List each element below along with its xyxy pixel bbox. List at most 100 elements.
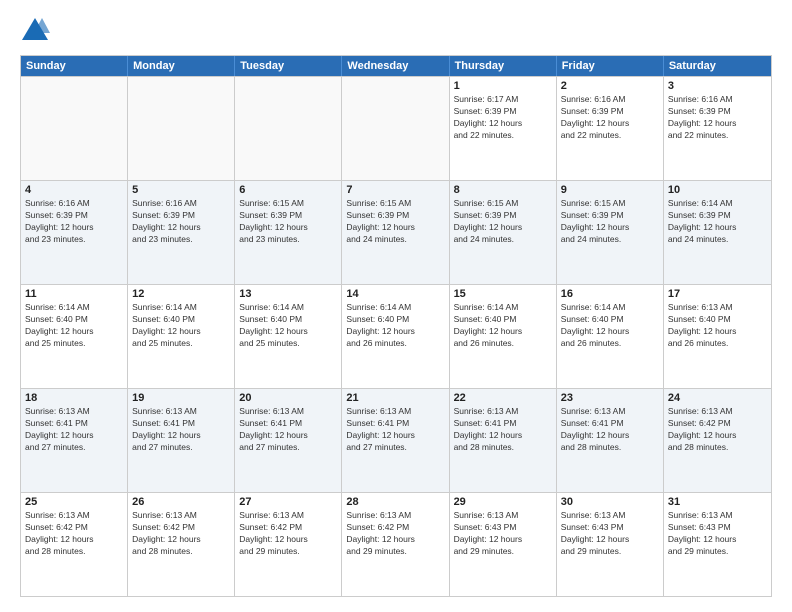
day-number: 28 [346, 496, 444, 508]
day-cell-30: 30 Sunrise: 6:13 AM Sunset: 6:43 PM Dayli… [557, 493, 664, 596]
cell-info: Sunrise: 6:16 AM Sunset: 6:39 PM Dayligh… [561, 94, 659, 142]
header-day-saturday: Saturday [664, 56, 771, 76]
logo [20, 15, 55, 45]
day-number: 16 [561, 288, 659, 300]
empty-cell [21, 77, 128, 180]
calendar-row-1: 1Sunrise: 6:17 AM Sunset: 6:39 PM Daylig… [21, 76, 771, 180]
day-number: 18 [25, 392, 123, 404]
page: SundayMondayTuesdayWednesdayThursdayFrid… [0, 0, 792, 612]
day-cell-8: 8 Sunrise: 6:15 AM Sunset: 6:39 PM Daylig… [450, 181, 557, 284]
day-cell-6: 6Sunrise: 6:15 AM Sunset: 6:39 PM Daylig… [235, 181, 342, 284]
day-cell-21: 21 Sunrise: 6:13 AM Sunset: 6:41 PM Dayli… [342, 389, 449, 492]
cell-info: Sunrise: 6:14 AM Sunset: 6:40 PM Dayligh… [132, 302, 230, 350]
day-number: 9 [561, 184, 659, 196]
calendar-row-3: 11 Sunrise: 6:14 AM Sunset: 6:40 PM Dayli… [21, 284, 771, 388]
cell-info: Sunrise: 6:13 AM Sunset: 6:42 PM Dayligh… [25, 510, 123, 558]
cell-info: Sunrise: 6:13 AM Sunset: 6:42 PM Dayligh… [668, 406, 767, 454]
day-cell-5: 5 Sunrise: 6:16 AM Sunset: 6:39 PM Daylig… [128, 181, 235, 284]
cell-info: Sunrise: 6:13 AM Sunset: 6:40 PM Dayligh… [668, 302, 767, 350]
day-cell-11: 11 Sunrise: 6:14 AM Sunset: 6:40 PM Dayli… [21, 285, 128, 388]
day-cell-23: 23 Sunrise: 6:13 AM Sunset: 6:41 PM Dayli… [557, 389, 664, 492]
cell-info: Sunrise: 6:13 AM Sunset: 6:42 PM Dayligh… [132, 510, 230, 558]
header-day-wednesday: Wednesday [342, 56, 449, 76]
day-cell-7: 7 Sunrise: 6:15 AM Sunset: 6:39 PM Daylig… [342, 181, 449, 284]
day-number: 10 [668, 184, 767, 196]
day-number: 2 [561, 80, 659, 92]
day-number: 17 [668, 288, 767, 300]
cell-info: Sunrise: 6:15 AM Sunset: 6:39 PM Dayligh… [346, 198, 444, 246]
cell-info: Sunrise: 6:14 AM Sunset: 6:40 PM Dayligh… [25, 302, 123, 350]
day-cell-22: 22 Sunrise: 6:13 AM Sunset: 6:41 PM Dayli… [450, 389, 557, 492]
cell-info: Sunrise: 6:15 AM Sunset: 6:39 PM Dayligh… [454, 198, 552, 246]
cell-info: Sunrise: 6:13 AM Sunset: 6:43 PM Dayligh… [454, 510, 552, 558]
cell-info: Sunrise: 6:13 AM Sunset: 6:42 PM Dayligh… [346, 510, 444, 558]
day-number: 30 [561, 496, 659, 508]
day-cell-26: 26 Sunrise: 6:13 AM Sunset: 6:42 PM Dayli… [128, 493, 235, 596]
day-number: 14 [346, 288, 444, 300]
cell-info: Sunrise: 6:13 AM Sunset: 6:41 PM Dayligh… [132, 406, 230, 454]
calendar-row-5: 25 Sunrise: 6:13 AM Sunset: 6:42 PM Dayli… [21, 492, 771, 596]
cell-info: Sunrise: 6:13 AM Sunset: 6:43 PM Dayligh… [668, 510, 767, 558]
day-cell-10: 10Sunrise: 6:14 AM Sunset: 6:39 PM Dayli… [664, 181, 771, 284]
cell-info: Sunrise: 6:14 AM Sunset: 6:40 PM Dayligh… [561, 302, 659, 350]
header [20, 15, 772, 45]
empty-cell [342, 77, 449, 180]
day-cell-1: 1Sunrise: 6:17 AM Sunset: 6:39 PM Daylig… [450, 77, 557, 180]
day-cell-14: 14 Sunrise: 6:14 AM Sunset: 6:40 PM Dayli… [342, 285, 449, 388]
cell-info: Sunrise: 6:13 AM Sunset: 6:41 PM Dayligh… [239, 406, 337, 454]
header-day-friday: Friday [557, 56, 664, 76]
day-number: 26 [132, 496, 230, 508]
header-day-tuesday: Tuesday [235, 56, 342, 76]
day-cell-3: 3 Sunrise: 6:16 AM Sunset: 6:39 PM Daylig… [664, 77, 771, 180]
day-cell-20: 20 Sunrise: 6:13 AM Sunset: 6:41 PM Dayli… [235, 389, 342, 492]
header-day-thursday: Thursday [450, 56, 557, 76]
calendar-row-4: 18 Sunrise: 6:13 AM Sunset: 6:41 PM Dayli… [21, 388, 771, 492]
day-number: 22 [454, 392, 552, 404]
day-number: 1 [454, 80, 552, 92]
cell-info: Sunrise: 6:13 AM Sunset: 6:41 PM Dayligh… [454, 406, 552, 454]
day-number: 7 [346, 184, 444, 196]
cell-info: Sunrise: 6:14 AM Sunset: 6:40 PM Dayligh… [454, 302, 552, 350]
cell-info: Sunrise: 6:15 AM Sunset: 6:39 PM Dayligh… [561, 198, 659, 246]
day-number: 4 [25, 184, 123, 196]
cell-info: Sunrise: 6:13 AM Sunset: 6:42 PM Dayligh… [239, 510, 337, 558]
day-cell-27: 27Sunrise: 6:13 AM Sunset: 6:42 PM Dayli… [235, 493, 342, 596]
cell-info: Sunrise: 6:16 AM Sunset: 6:39 PM Dayligh… [132, 198, 230, 246]
day-cell-31: 31 Sunrise: 6:13 AM Sunset: 6:43 PM Dayli… [664, 493, 771, 596]
cell-info: Sunrise: 6:13 AM Sunset: 6:41 PM Dayligh… [561, 406, 659, 454]
cell-info: Sunrise: 6:14 AM Sunset: 6:40 PM Dayligh… [346, 302, 444, 350]
day-number: 20 [239, 392, 337, 404]
day-number: 23 [561, 392, 659, 404]
day-cell-18: 18 Sunrise: 6:13 AM Sunset: 6:41 PM Dayli… [21, 389, 128, 492]
cell-info: Sunrise: 6:13 AM Sunset: 6:41 PM Dayligh… [346, 406, 444, 454]
day-cell-24: 24 Sunrise: 6:13 AM Sunset: 6:42 PM Dayli… [664, 389, 771, 492]
cell-info: Sunrise: 6:15 AM Sunset: 6:39 PM Dayligh… [239, 198, 337, 246]
day-cell-17: 17 Sunrise: 6:13 AM Sunset: 6:40 PM Dayli… [664, 285, 771, 388]
cell-info: Sunrise: 6:13 AM Sunset: 6:41 PM Dayligh… [25, 406, 123, 454]
day-cell-16: 16 Sunrise: 6:14 AM Sunset: 6:40 PM Dayli… [557, 285, 664, 388]
day-number: 5 [132, 184, 230, 196]
day-number: 25 [25, 496, 123, 508]
day-cell-4: 4Sunrise: 6:16 AM Sunset: 6:39 PM Daylig… [21, 181, 128, 284]
day-cell-13: 13 Sunrise: 6:14 AM Sunset: 6:40 PM Dayli… [235, 285, 342, 388]
day-number: 11 [25, 288, 123, 300]
day-number: 3 [668, 80, 767, 92]
cell-info: Sunrise: 6:14 AM Sunset: 6:40 PM Dayligh… [239, 302, 337, 350]
day-cell-25: 25 Sunrise: 6:13 AM Sunset: 6:42 PM Dayli… [21, 493, 128, 596]
day-number: 19 [132, 392, 230, 404]
day-number: 24 [668, 392, 767, 404]
day-number: 29 [454, 496, 552, 508]
logo-icon [20, 15, 50, 45]
day-number: 15 [454, 288, 552, 300]
day-cell-9: 9 Sunrise: 6:15 AM Sunset: 6:39 PM Daylig… [557, 181, 664, 284]
day-number: 13 [239, 288, 337, 300]
cell-info: Sunrise: 6:16 AM Sunset: 6:39 PM Dayligh… [668, 94, 767, 142]
day-cell-28: 28 Sunrise: 6:13 AM Sunset: 6:42 PM Dayli… [342, 493, 449, 596]
day-number: 8 [454, 184, 552, 196]
empty-cell [128, 77, 235, 180]
day-number: 31 [668, 496, 767, 508]
header-day-sunday: Sunday [21, 56, 128, 76]
day-number: 21 [346, 392, 444, 404]
calendar-header: SundayMondayTuesdayWednesdayThursdayFrid… [21, 56, 771, 76]
cell-info: Sunrise: 6:13 AM Sunset: 6:43 PM Dayligh… [561, 510, 659, 558]
